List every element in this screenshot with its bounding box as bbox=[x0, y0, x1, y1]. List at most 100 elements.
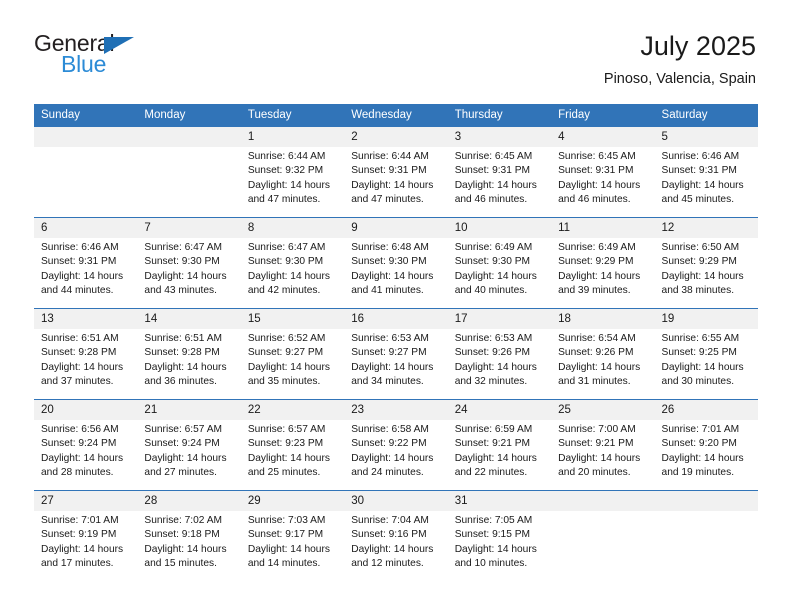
sunrise-text: Sunrise: 6:51 AM bbox=[41, 333, 119, 344]
sunset-text: Sunset: 9:23 PM bbox=[247, 438, 324, 450]
day-number: 17 bbox=[447, 309, 552, 329]
day-cell[interactable]: 29 Sunrise: 7:03 AM Sunset: 9:17 PM Dayl… bbox=[240, 490, 345, 581]
sunset-text: Sunset: 9:18 PM bbox=[144, 529, 220, 541]
day-cell[interactable] bbox=[551, 490, 655, 581]
sunrise-text: Sunrise: 7:01 AM bbox=[41, 515, 119, 526]
daylight-text-line1: Daylight: 14 hours bbox=[454, 179, 537, 191]
weekday-header-sunday: Sunday bbox=[34, 104, 138, 127]
calendar-week-row: 20 Sunrise: 6:56 AM Sunset: 9:24 PM Dayl… bbox=[34, 399, 758, 491]
calendar-week-row: 6 Sunrise: 6:46 AM Sunset: 9:31 PM Dayli… bbox=[34, 217, 758, 309]
day-cell[interactable]: 22 Sunrise: 6:57 AM Sunset: 9:23 PM Dayl… bbox=[240, 399, 345, 491]
day-cell[interactable]: 8 Sunrise: 6:47 AM Sunset: 9:30 PM Dayli… bbox=[240, 217, 345, 309]
day-cell[interactable]: 2 Sunrise: 6:44 AM Sunset: 9:31 PM Dayli… bbox=[344, 127, 448, 218]
day-cell[interactable]: 14 Sunrise: 6:51 AM Sunset: 9:28 PM Dayl… bbox=[137, 308, 241, 400]
daylight-text-line1: Daylight: 14 hours bbox=[247, 179, 330, 191]
day-cell[interactable]: 3 Sunrise: 6:45 AM Sunset: 9:31 PM Dayli… bbox=[447, 127, 552, 218]
sunrise-text: Sunrise: 6:53 AM bbox=[351, 333, 429, 344]
logo-triangle-icon bbox=[104, 37, 134, 54]
day-cell[interactable]: 18 Sunrise: 6:54 AM Sunset: 9:26 PM Dayl… bbox=[551, 308, 655, 400]
day-cell[interactable]: 16 Sunrise: 6:53 AM Sunset: 9:27 PM Dayl… bbox=[344, 308, 448, 400]
day-cell[interactable]: 19 Sunrise: 6:55 AM Sunset: 9:25 PM Dayl… bbox=[654, 308, 758, 400]
daylight-text-line2: and 12 minutes. bbox=[351, 557, 424, 569]
day-number: 3 bbox=[447, 127, 552, 147]
daylight-text-line1: Daylight: 14 hours bbox=[454, 270, 537, 282]
sunrise-text: Sunrise: 6:46 AM bbox=[41, 242, 119, 253]
sunset-text: Sunset: 9:31 PM bbox=[454, 165, 531, 177]
sunset-text: Sunset: 9:25 PM bbox=[661, 347, 737, 359]
day-details bbox=[137, 147, 240, 150]
sunrise-text: Sunrise: 7:05 AM bbox=[454, 515, 533, 526]
day-cell[interactable]: 28 Sunrise: 7:02 AM Sunset: 9:18 PM Dayl… bbox=[137, 490, 241, 581]
sunrise-text: Sunrise: 7:04 AM bbox=[351, 515, 429, 526]
day-cell[interactable]: 4 Sunrise: 6:45 AM Sunset: 9:31 PM Dayli… bbox=[551, 127, 655, 218]
sunset-text: Sunset: 9:32 PM bbox=[247, 165, 324, 177]
daylight-text-line2: and 45 minutes. bbox=[661, 193, 735, 205]
brand-logo[interactable]: General Blue bbox=[34, 30, 234, 88]
brand-name-blue: Blue bbox=[61, 51, 107, 77]
day-number: 28 bbox=[137, 491, 241, 511]
day-details: Sunrise: 6:52 AM Sunset: 9:27 PM Dayligh… bbox=[241, 329, 344, 389]
sunrise-text: Sunrise: 6:44 AM bbox=[351, 151, 429, 162]
day-cell[interactable]: 6 Sunrise: 6:46 AM Sunset: 9:31 PM Dayli… bbox=[34, 217, 138, 309]
day-cell[interactable]: 20 Sunrise: 6:56 AM Sunset: 9:24 PM Dayl… bbox=[34, 399, 138, 491]
sunset-text: Sunset: 9:29 PM bbox=[558, 256, 634, 268]
day-cell[interactable]: 24 Sunrise: 6:59 AM Sunset: 9:21 PM Dayl… bbox=[447, 399, 552, 491]
sunrise-text: Sunrise: 6:47 AM bbox=[144, 242, 223, 253]
day-cell[interactable]: 13 Sunrise: 6:51 AM Sunset: 9:28 PM Dayl… bbox=[34, 308, 138, 400]
day-cell[interactable]: 5 Sunrise: 6:46 AM Sunset: 9:31 PM Dayli… bbox=[654, 127, 758, 218]
daylight-text-line2: and 17 minutes. bbox=[41, 557, 114, 569]
calendar-body: 1 Sunrise: 6:44 AM Sunset: 9:32 PM Dayli… bbox=[34, 127, 758, 581]
sunset-text: Sunset: 9:30 PM bbox=[454, 256, 531, 268]
day-number: 24 bbox=[447, 400, 552, 420]
day-cell[interactable]: 21 Sunrise: 6:57 AM Sunset: 9:24 PM Dayl… bbox=[137, 399, 241, 491]
daylight-text-line2: and 46 minutes. bbox=[454, 193, 528, 205]
day-number: 5 bbox=[654, 127, 758, 147]
daylight-text-line2: and 47 minutes. bbox=[351, 193, 424, 205]
day-cell[interactable] bbox=[137, 127, 241, 218]
day-cell[interactable]: 12 Sunrise: 6:50 AM Sunset: 9:29 PM Dayl… bbox=[654, 217, 758, 309]
daylight-text-line1: Daylight: 14 hours bbox=[247, 452, 330, 464]
sunrise-text: Sunrise: 7:01 AM bbox=[661, 424, 740, 435]
day-cell[interactable]: 26 Sunrise: 7:01 AM Sunset: 9:20 PM Dayl… bbox=[654, 399, 758, 491]
day-number: 9 bbox=[344, 218, 448, 238]
day-details: Sunrise: 6:49 AM Sunset: 9:30 PM Dayligh… bbox=[448, 238, 551, 298]
day-cell[interactable] bbox=[654, 490, 758, 581]
day-cell[interactable]: 15 Sunrise: 6:52 AM Sunset: 9:27 PM Dayl… bbox=[240, 308, 345, 400]
day-cell[interactable]: 31 Sunrise: 7:05 AM Sunset: 9:15 PM Dayl… bbox=[447, 490, 552, 581]
day-cell[interactable]: 10 Sunrise: 6:49 AM Sunset: 9:30 PM Dayl… bbox=[447, 217, 552, 309]
daylight-text-line2: and 15 minutes. bbox=[144, 557, 217, 569]
daylight-text-line1: Daylight: 14 hours bbox=[454, 543, 537, 555]
daylight-text-line2: and 40 minutes. bbox=[454, 284, 528, 296]
day-details bbox=[655, 511, 758, 514]
day-cell[interactable]: 11 Sunrise: 6:49 AM Sunset: 9:29 PM Dayl… bbox=[551, 217, 655, 309]
weekday-header-saturday: Saturday bbox=[654, 104, 758, 127]
day-details: Sunrise: 6:48 AM Sunset: 9:30 PM Dayligh… bbox=[344, 238, 447, 298]
day-details: Sunrise: 6:53 AM Sunset: 9:27 PM Dayligh… bbox=[344, 329, 447, 389]
daylight-text-line1: Daylight: 14 hours bbox=[661, 361, 744, 373]
sunset-text: Sunset: 9:15 PM bbox=[454, 529, 531, 541]
day-details: Sunrise: 7:04 AM Sunset: 9:16 PM Dayligh… bbox=[344, 511, 447, 571]
day-cell[interactable]: 23 Sunrise: 6:58 AM Sunset: 9:22 PM Dayl… bbox=[344, 399, 448, 491]
day-number: 22 bbox=[240, 400, 345, 420]
sunset-text: Sunset: 9:21 PM bbox=[454, 438, 531, 450]
sunset-text: Sunset: 9:27 PM bbox=[247, 347, 324, 359]
day-cell[interactable]: 25 Sunrise: 7:00 AM Sunset: 9:21 PM Dayl… bbox=[551, 399, 655, 491]
daylight-text-line1: Daylight: 14 hours bbox=[144, 543, 227, 555]
day-number: 6 bbox=[34, 218, 138, 238]
daylight-text-line1: Daylight: 14 hours bbox=[351, 543, 434, 555]
sunrise-text: Sunrise: 6:49 AM bbox=[454, 242, 533, 253]
day-cell[interactable]: 1 Sunrise: 6:44 AM Sunset: 9:32 PM Dayli… bbox=[240, 127, 345, 218]
day-cell[interactable]: 7 Sunrise: 6:47 AM Sunset: 9:30 PM Dayli… bbox=[137, 217, 241, 309]
sunset-text: Sunset: 9:31 PM bbox=[558, 165, 634, 177]
day-cell[interactable]: 27 Sunrise: 7:01 AM Sunset: 9:19 PM Dayl… bbox=[34, 490, 138, 581]
sunrise-text: Sunrise: 6:48 AM bbox=[351, 242, 429, 253]
daylight-text-line2: and 27 minutes. bbox=[144, 466, 217, 478]
day-number: 12 bbox=[654, 218, 758, 238]
day-cell[interactable] bbox=[34, 127, 138, 218]
sunrise-text: Sunrise: 6:49 AM bbox=[558, 242, 636, 253]
daylight-text-line1: Daylight: 14 hours bbox=[247, 270, 330, 282]
day-cell[interactable]: 30 Sunrise: 7:04 AM Sunset: 9:16 PM Dayl… bbox=[344, 490, 448, 581]
day-cell[interactable]: 9 Sunrise: 6:48 AM Sunset: 9:30 PM Dayli… bbox=[344, 217, 448, 309]
day-cell[interactable]: 17 Sunrise: 6:53 AM Sunset: 9:26 PM Dayl… bbox=[447, 308, 552, 400]
day-details: Sunrise: 6:57 AM Sunset: 9:23 PM Dayligh… bbox=[241, 420, 344, 480]
